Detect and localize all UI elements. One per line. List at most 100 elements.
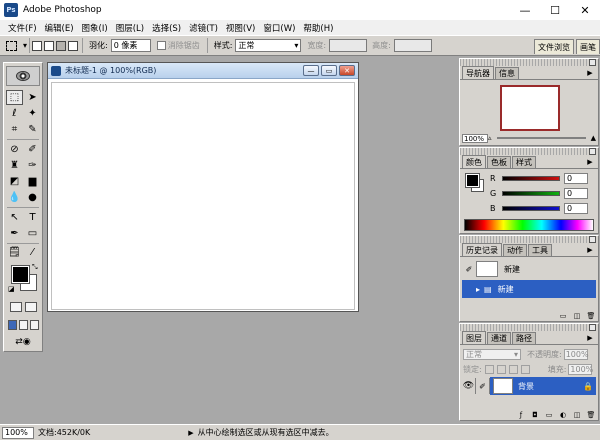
close-icon[interactable] (589, 148, 596, 155)
tab-styles[interactable]: 样式 (512, 156, 536, 168)
eraser-tool-icon[interactable]: ◩ (6, 174, 23, 189)
crop-tool-icon[interactable]: ⌗ (6, 122, 23, 137)
navigator-preview[interactable] (500, 85, 560, 131)
notes-tool-icon[interactable]: 🗒 (6, 245, 23, 260)
layer-set-icon[interactable]: ▭ (544, 411, 554, 419)
menu-select[interactable]: 选择(S) (148, 22, 185, 34)
menu-edit[interactable]: 编辑(E) (41, 22, 78, 34)
new-layer-icon[interactable]: ◫ (572, 411, 582, 419)
channel-g-input[interactable]: 0 (564, 187, 588, 199)
close-button[interactable]: ✕ (570, 0, 600, 20)
lock-all-checkbox[interactable] (520, 364, 530, 374)
close-icon[interactable] (589, 236, 596, 243)
panel-grip[interactable] (460, 148, 598, 155)
navigator-zoom-slider[interactable] (496, 137, 586, 139)
panel-grip[interactable] (460, 236, 598, 243)
new-selection-icon[interactable] (32, 40, 42, 51)
eye-icon[interactable]: 👁 (462, 378, 476, 394)
channel-g-slider[interactable] (502, 190, 560, 196)
navigator-zoom-input[interactable]: 100% (462, 133, 488, 143)
status-zoom-input[interactable]: 100% (2, 426, 34, 439)
menu-window[interactable]: 窗口(W) (259, 22, 299, 34)
width-input[interactable] (329, 39, 368, 52)
type-tool-icon[interactable]: T (24, 210, 41, 225)
zoom-out-icon[interactable]: ▵ (488, 134, 492, 142)
screen-mode-full-menu-icon[interactable] (19, 320, 28, 330)
pen-tool-icon[interactable]: ✒ (6, 226, 23, 241)
document-title-bar[interactable]: 未标题-1 @ 100%(RGB) — ▭ ✕ (48, 63, 358, 79)
document-canvas[interactable] (51, 82, 355, 310)
layer-mask-icon[interactable]: ◘ (530, 411, 540, 419)
lock-position-checkbox[interactable] (508, 364, 518, 374)
tab-swatches[interactable]: 色板 (487, 156, 511, 168)
trash-icon[interactable]: 🗑 (586, 312, 596, 320)
history-brush-source-icon[interactable]: ✐ (463, 263, 475, 275)
color-spectrum-ramp[interactable] (464, 219, 594, 231)
quick-mask-icon[interactable] (25, 302, 37, 312)
feather-input[interactable]: 0 像素 (110, 39, 151, 52)
menu-filter[interactable]: 滤镜(T) (185, 22, 222, 34)
brush-icon[interactable]: ✐ (476, 378, 490, 394)
new-document-icon[interactable]: ▭ (558, 312, 568, 320)
default-colors-icon[interactable]: ◪ (8, 285, 15, 293)
intersect-selection-icon[interactable] (68, 40, 78, 51)
lock-transparency-checkbox[interactable] (484, 364, 494, 374)
lock-image-checkbox[interactable] (496, 364, 506, 374)
tab-navigator[interactable]: 导航器 (462, 66, 494, 79)
layer-row[interactable]: 👁 ✐ 背景 🔒 (462, 377, 596, 395)
swap-colors-icon[interactable]: ⤡ (32, 263, 38, 272)
new-snapshot-icon[interactable]: ◫ (572, 312, 582, 320)
tab-paths[interactable]: 路径 (512, 332, 536, 344)
history-snapshot[interactable]: ✐ 新建 (462, 260, 596, 278)
tab-tools[interactable]: 工具 (528, 244, 552, 256)
tab-actions[interactable]: 动作 (503, 244, 527, 256)
menu-help[interactable]: 帮助(H) (299, 22, 337, 34)
layer-style-icon[interactable]: ƒ (516, 411, 526, 419)
tab-layers[interactable]: 图层 (462, 331, 486, 344)
clone-stamp-icon[interactable]: ♜ (6, 158, 23, 173)
menu-view[interactable]: 视图(V) (222, 22, 259, 34)
opacity-input[interactable]: 100% (563, 348, 589, 360)
layer-selected[interactable]: 背景 🔒 (490, 377, 596, 395)
panel-menu-icon[interactable]: ▶ (585, 68, 595, 78)
panel-menu-icon[interactable]: ▶ (585, 157, 595, 167)
panel-grip[interactable] (460, 59, 598, 66)
subtract-selection-icon[interactable] (56, 40, 66, 51)
trash-icon[interactable]: 🗑 (586, 411, 596, 419)
zoom-in-icon[interactable]: ▲ (591, 134, 596, 142)
history-brush-icon[interactable]: ✑ (24, 158, 41, 173)
tool-preset-picker[interactable]: ▾ (4, 38, 30, 53)
tab-channels[interactable]: 通道 (487, 332, 511, 344)
foreground-color-swatch[interactable] (11, 265, 30, 284)
eyedropper-tool-icon[interactable]: ⁄ (24, 245, 41, 260)
height-input[interactable] (393, 39, 432, 52)
tab-history[interactable]: 历史记录 (462, 243, 502, 256)
lasso-tool-icon[interactable]: ℓ (6, 106, 23, 121)
tab-info[interactable]: 信息 (495, 67, 519, 79)
standard-mode-icon[interactable] (10, 302, 22, 312)
channel-r-slider[interactable] (502, 175, 560, 181)
panel-grip[interactable] (460, 324, 598, 331)
slice-tool-icon[interactable]: ✎ (24, 122, 41, 137)
close-icon[interactable] (589, 324, 596, 331)
panel-menu-icon[interactable]: ▶ (585, 245, 595, 255)
brush-tool-icon[interactable]: ✐ (24, 142, 41, 157)
screen-mode-full-icon[interactable] (30, 320, 39, 330)
dodge-tool-icon[interactable]: ● (24, 190, 41, 205)
screen-mode-standard-icon[interactable] (8, 320, 17, 330)
color-foreground-swatch[interactable] (465, 173, 480, 188)
path-select-icon[interactable]: ↖ (6, 210, 23, 225)
healing-brush-icon[interactable]: ⊘ (6, 142, 23, 157)
gradient-tool-icon[interactable]: ▆ (24, 174, 41, 189)
panel-menu-icon[interactable]: ▶ (585, 333, 595, 343)
adjustment-layer-icon[interactable]: ◐ (558, 411, 568, 419)
file-browser-tab[interactable]: 文件浏览 (534, 39, 574, 54)
blend-mode-select[interactable]: 正常 ▾ (463, 348, 521, 360)
doc-maximize-button[interactable]: ▭ (321, 65, 337, 76)
move-tool-icon[interactable]: ➤ (24, 90, 41, 105)
maximize-button[interactable]: ☐ (540, 0, 570, 20)
doc-minimize-button[interactable]: — (303, 65, 319, 76)
menu-file[interactable]: 文件(F) (4, 22, 41, 34)
close-icon[interactable] (589, 59, 596, 66)
blur-tool-icon[interactable]: 💧 (6, 190, 23, 205)
